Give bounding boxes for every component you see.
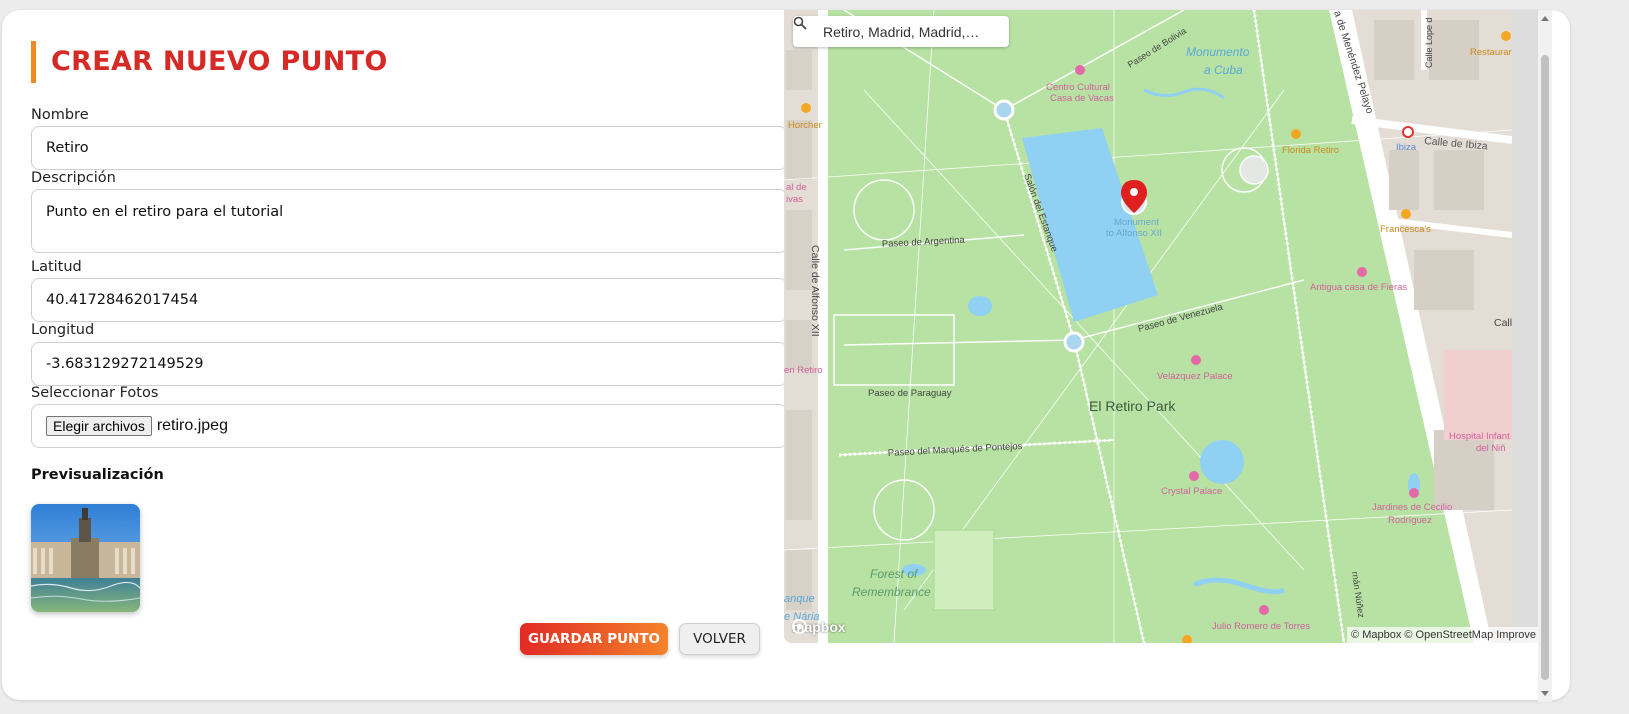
svg-text:Crystal Palace: Crystal Palace <box>1161 486 1222 497</box>
map-attribution[interactable]: © Mapbox © OpenStreetMap Improve <box>1347 627 1540 643</box>
map-search-input[interactable]: Retiro, Madrid, Madrid,… <box>823 24 993 40</box>
svg-text:Calle Lope d: Calle Lope d <box>1424 17 1434 68</box>
latitud-label: Latitud <box>31 259 82 275</box>
descripcion-textarea[interactable]: Punto en el retiro para el tutorial <box>31 189 787 253</box>
svg-text:Casa de Vacas: Casa de Vacas <box>1050 93 1114 104</box>
svg-text:Julio Romero de Torres: Julio Romero de Torres <box>1212 621 1310 632</box>
page-title: CREAR NUEVO PUNTO <box>51 46 388 77</box>
svg-text:al de: al de <box>786 182 807 193</box>
page-scrollbar[interactable] <box>1538 10 1552 702</box>
file-name: retiro.jpeg <box>156 417 228 434</box>
title-bar: CREAR NUEVO PUNTO <box>31 41 388 83</box>
nombre-label: Nombre <box>31 107 89 123</box>
scroll-thumb[interactable] <box>1541 55 1549 680</box>
svg-text:to Alfonso XII: to Alfonso XII <box>1106 228 1162 239</box>
svg-text:Restaurant: Restaurant <box>1470 47 1512 58</box>
scroll-down-icon[interactable] <box>1541 691 1549 696</box>
svg-text:Calle de Alfonso XII: Calle de Alfonso XII <box>809 245 821 337</box>
svg-text:Velázquez Palace: Velázquez Palace <box>1157 371 1233 382</box>
svg-text:Florida Retiro: Florida Retiro <box>1282 145 1339 156</box>
svg-text:anque: anque <box>784 593 815 605</box>
nombre-input[interactable] <box>31 126 787 170</box>
mapbox-logo[interactable]: mapbox <box>792 619 846 635</box>
fotos-label: Seleccionar Fotos <box>31 385 159 401</box>
map-search-box[interactable]: Retiro, Madrid, Madrid,… <box>793 16 1009 47</box>
svg-text:Hospital Infant: Hospital Infant <box>1449 431 1510 442</box>
form-card: CREAR NUEVO PUNTO Nombre Descripción Pun… <box>2 10 1570 700</box>
svg-text:Call: Call <box>1494 317 1512 329</box>
svg-text:Francesca's: Francesca's <box>1380 224 1431 235</box>
svg-text:Centro Cultural: Centro Cultural <box>1046 82 1110 93</box>
svg-text:Ibiza: Ibiza <box>1396 142 1417 153</box>
preview-image <box>31 504 140 612</box>
svg-text:Forest of: Forest of <box>870 567 919 581</box>
svg-text:Remembrance: Remembrance <box>852 585 931 599</box>
svg-text:Paseo de Paraguay: Paseo de Paraguay <box>868 388 952 399</box>
back-button[interactable]: VOLVER <box>679 623 760 655</box>
longitud-label: Longitud <box>31 322 95 338</box>
descripcion-label: Descripción <box>31 170 116 186</box>
svg-text:Monument: Monument <box>1114 217 1159 228</box>
svg-text:del Niñ: del Niñ <box>1476 443 1506 454</box>
file-input[interactable]: Elegir archivos retiro.jpeg <box>31 404 787 448</box>
svg-text:en Retiro: en Retiro <box>784 365 823 376</box>
svg-text:Horcher: Horcher <box>788 120 822 131</box>
map-label-park: El Retiro Park <box>1089 398 1176 414</box>
svg-text:a Cuba: a Cuba <box>1204 63 1243 77</box>
latitud-input[interactable] <box>31 278 787 322</box>
choose-files-button[interactable]: Elegir archivos <box>46 416 152 436</box>
scroll-up-icon[interactable] <box>1541 16 1549 21</box>
svg-text:Rodríguez: Rodríguez <box>1388 515 1432 526</box>
svg-text:ivas: ivas <box>786 194 803 205</box>
svg-text:Jardines de Cecilio: Jardines de Cecilio <box>1372 502 1452 513</box>
map[interactable]: El Retiro Park Monument to Alfonso XII M… <box>784 10 1540 643</box>
svg-text:Monumento: Monumento <box>1186 45 1250 59</box>
longitud-input[interactable] <box>31 342 787 386</box>
svg-text:Antigua casa de Fieras: Antigua casa de Fieras <box>1310 282 1407 293</box>
save-point-button[interactable]: GUARDAR PUNTO <box>520 623 668 655</box>
preview-title: Previsualización <box>31 467 164 483</box>
